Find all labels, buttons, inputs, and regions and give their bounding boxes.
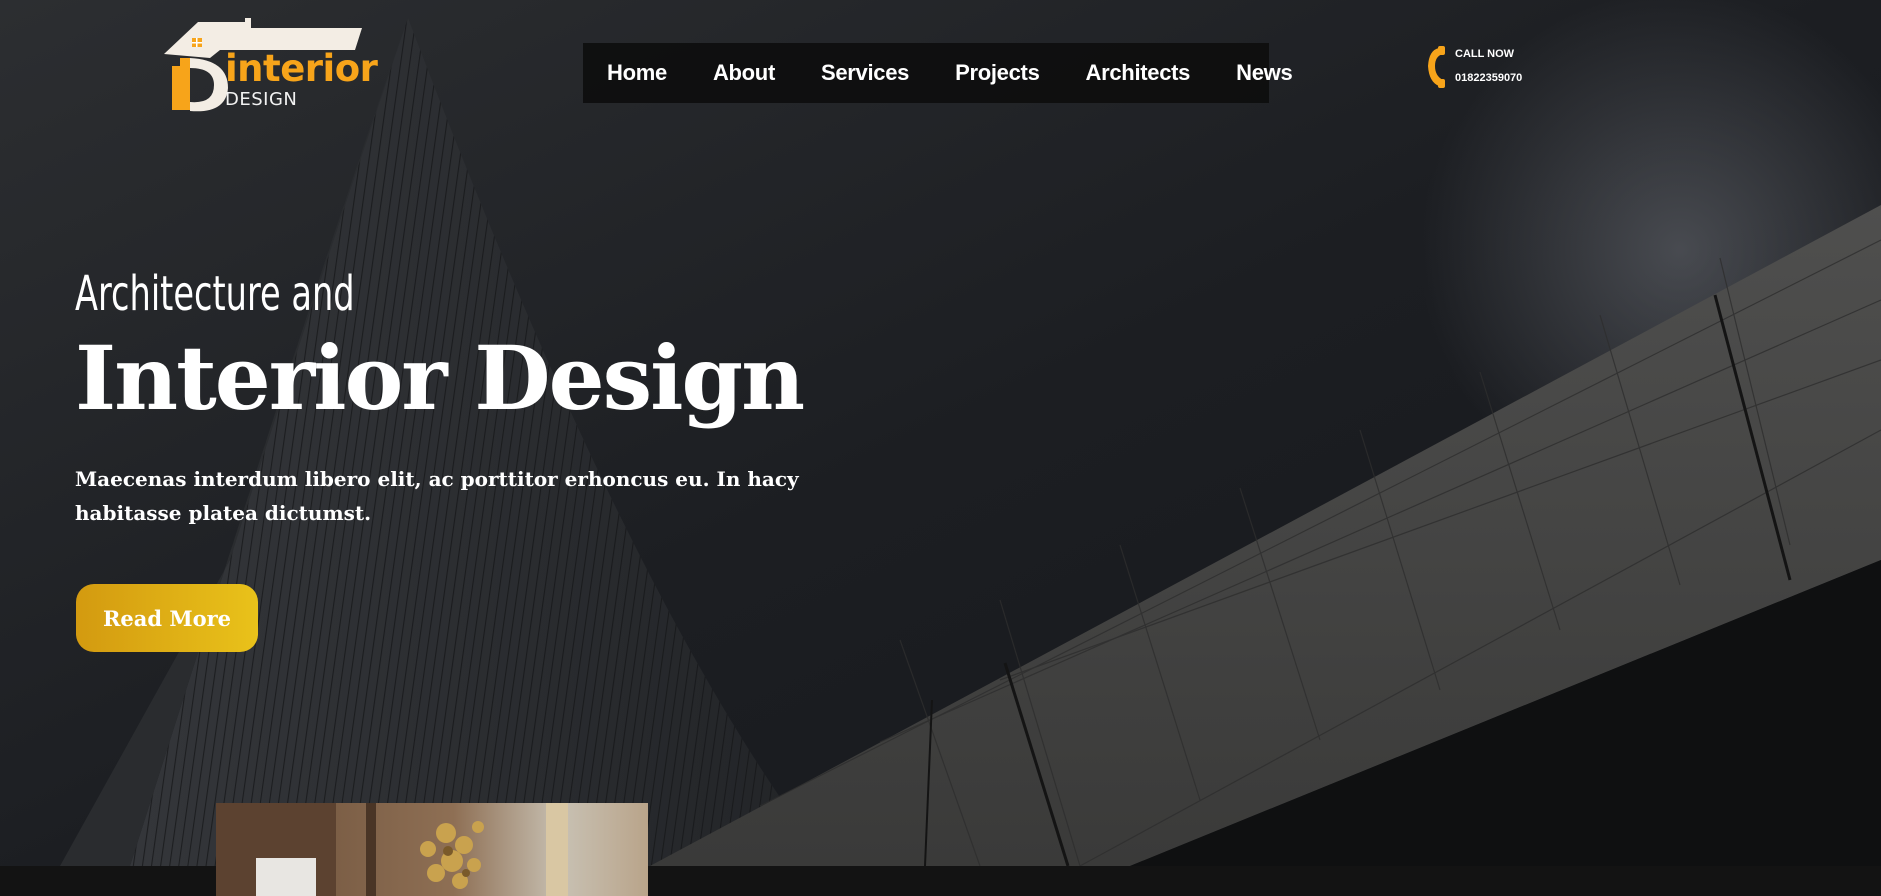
hero-description: Maecenas interdum libero elit, ac portti… (75, 467, 799, 525)
hero-title: Interior Design (75, 326, 805, 430)
call-now-block[interactable]: CALL NOW 01822359070 (1425, 46, 1545, 90)
main-navigation: Home About Services Projects Architects … (583, 43, 1293, 103)
phone-number[interactable]: 01822359070 (1455, 72, 1522, 84)
hero-background (0, 0, 1881, 896)
logo-wordmark: interior (225, 47, 378, 90)
logo-subtitle: DESIGN (225, 89, 298, 110)
nav-item-news[interactable]: News (1236, 60, 1293, 86)
call-now-label: CALL NOW (1455, 48, 1515, 60)
nav-item-about[interactable]: About (713, 60, 775, 86)
nav-item-architects[interactable]: Architects (1086, 60, 1191, 86)
nav-item-services[interactable]: Services (821, 60, 909, 86)
interior-thumbnail-image (216, 803, 648, 896)
brand-logo[interactable]: interior DESIGN (150, 18, 378, 118)
nav-item-projects[interactable]: Projects (955, 60, 1040, 86)
read-more-button[interactable]: Read More (76, 584, 258, 652)
nav-item-home[interactable]: Home (607, 60, 667, 86)
hero-subtitle: Architecture and (75, 266, 355, 322)
phone-icon (1428, 46, 1445, 88)
